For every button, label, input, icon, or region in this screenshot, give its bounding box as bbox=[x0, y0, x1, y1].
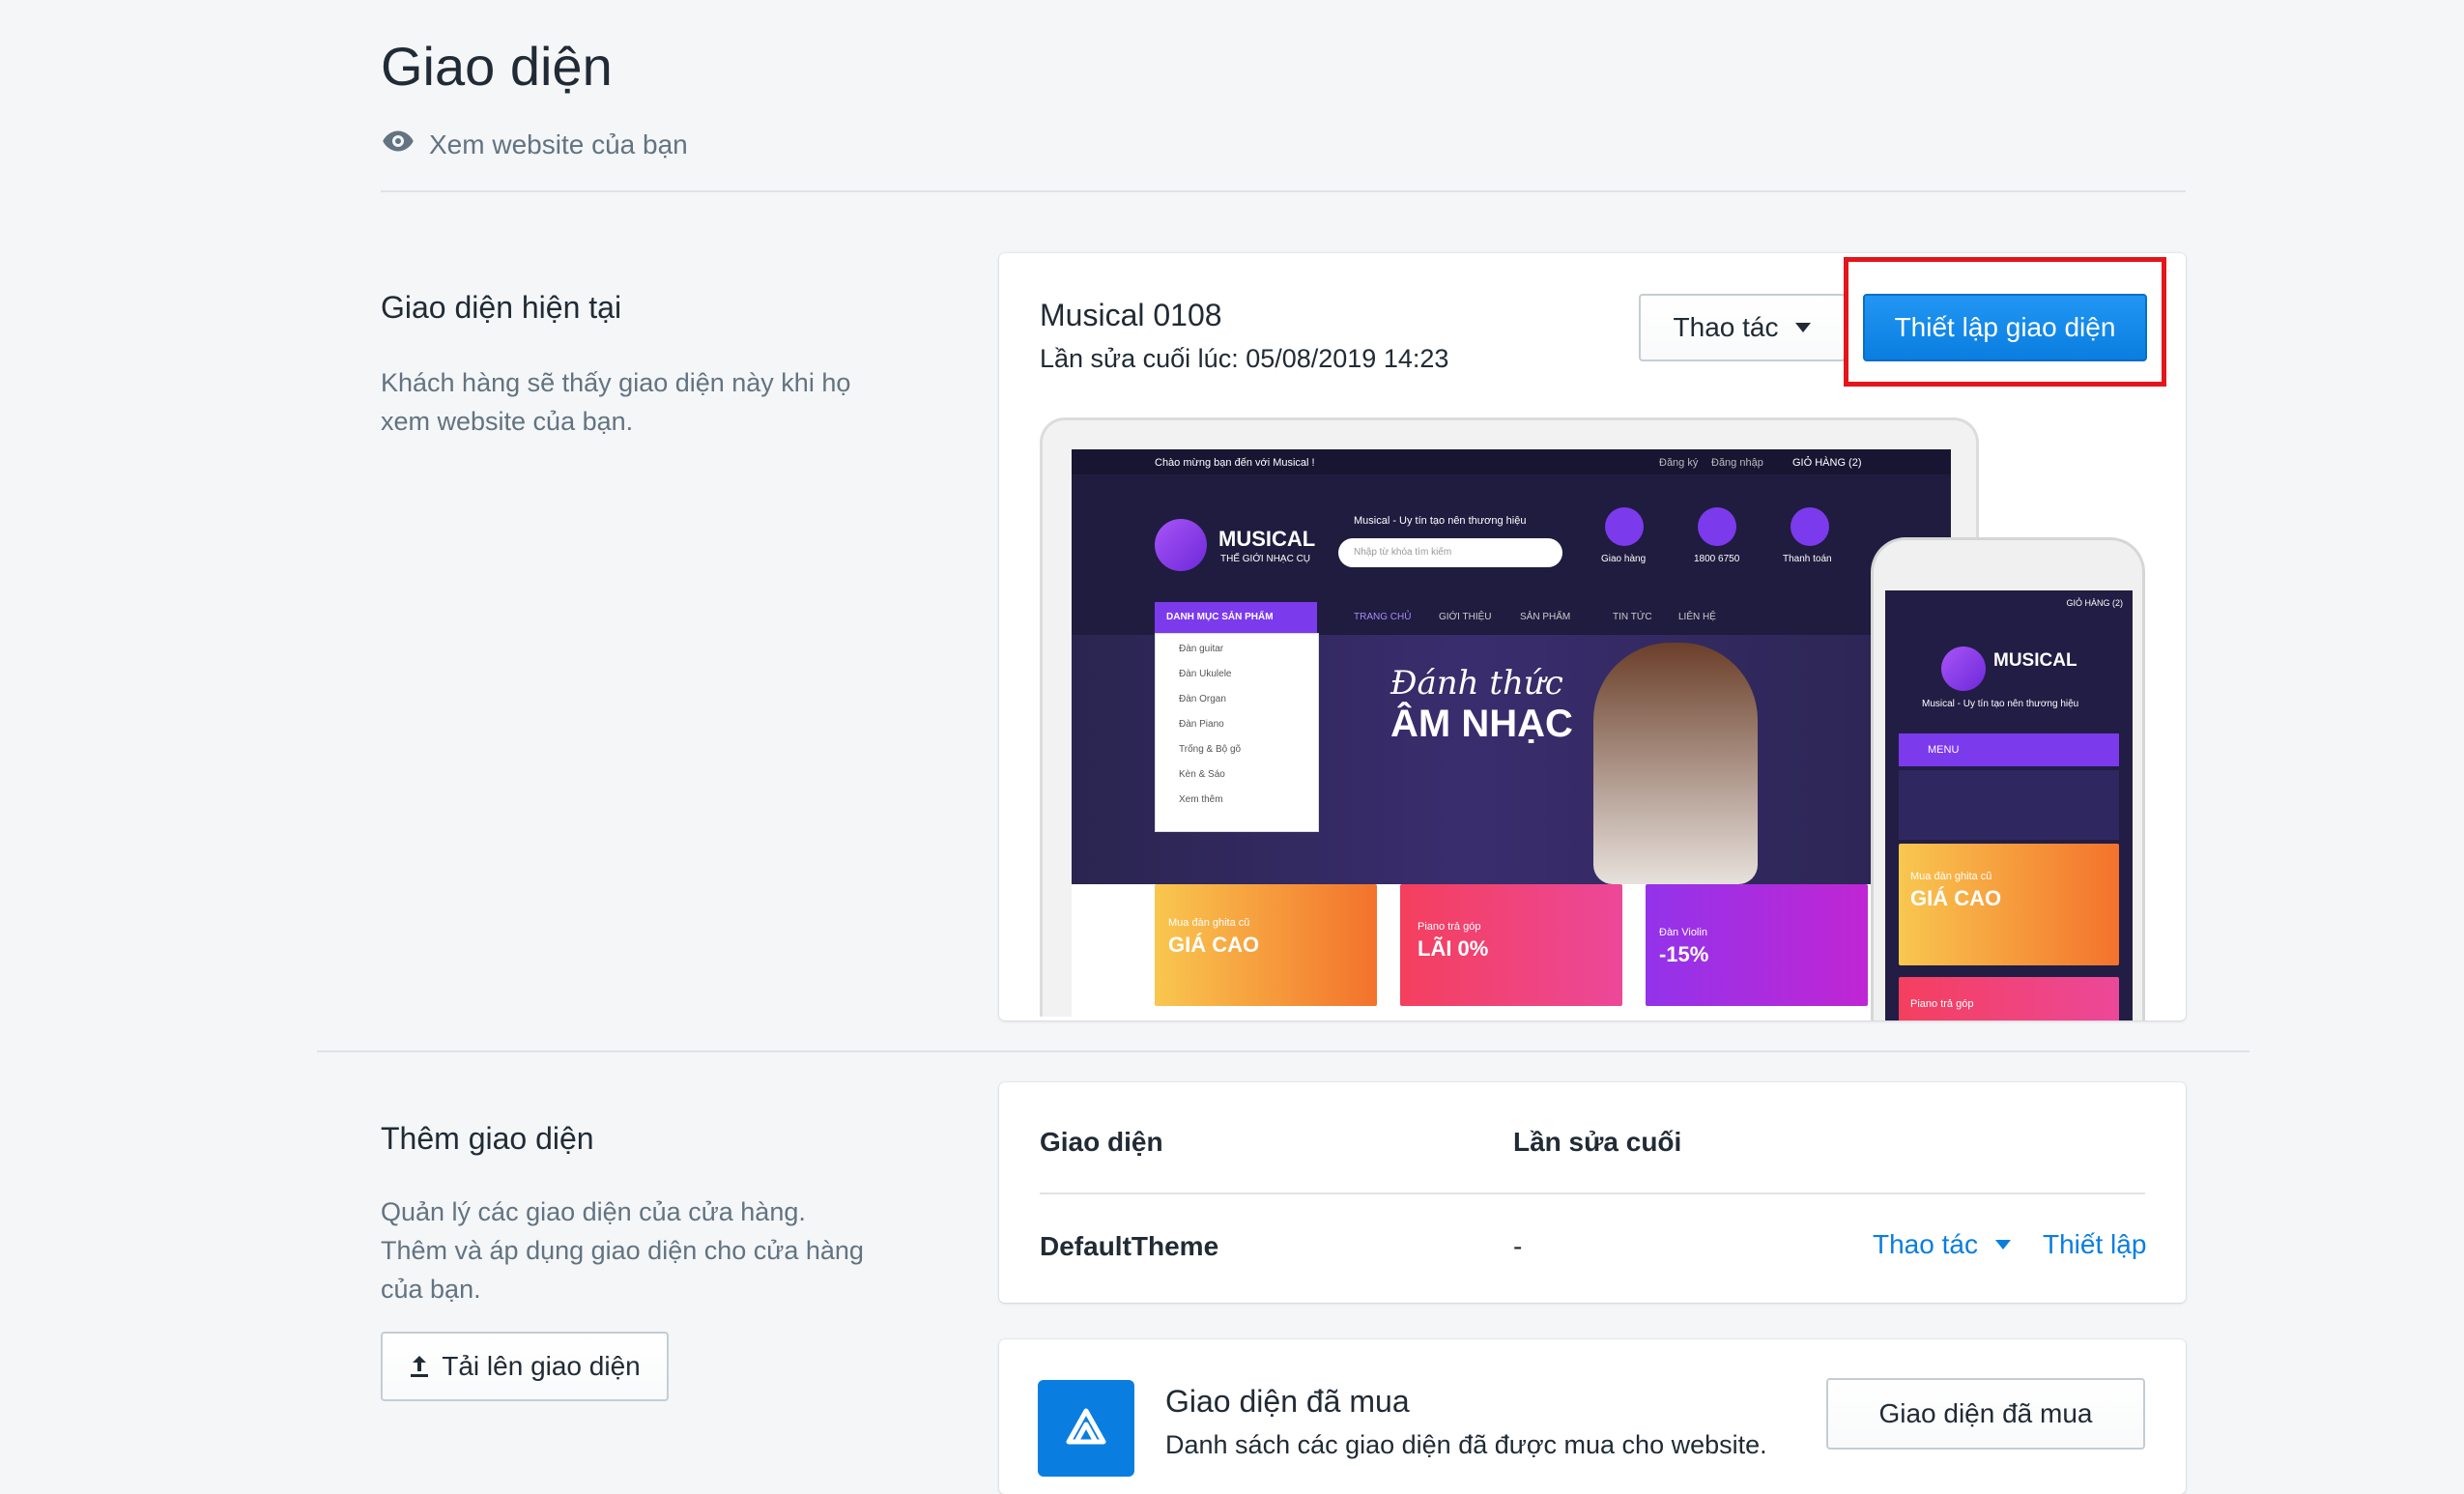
current-theme-description: Khách hàng sẽ thấy giao diện này khi họ … bbox=[381, 363, 922, 441]
preview-promo-guitar: Mua đàn ghita cũ GIÁ CAO bbox=[1155, 884, 1377, 1006]
preview-cat: Xem thêm bbox=[1179, 794, 1223, 805]
desc-line: Quản lý các giao diện của cửa hàng. bbox=[381, 1197, 806, 1226]
rocket-icon bbox=[1605, 507, 1644, 546]
preview-promo-violin: Đàn Violin -15% bbox=[1646, 884, 1868, 1006]
upload-icon bbox=[409, 1354, 430, 1379]
preview-svc1: Giao hàng bbox=[1601, 554, 1647, 564]
theme-row-name: DefaultTheme bbox=[1040, 1231, 1219, 1261]
purchased-themes-card: Giao diện đã mua Danh sách các giao diện… bbox=[999, 1339, 2186, 1494]
preview-svc3: Thanh toán bbox=[1783, 554, 1832, 564]
promo-big: GIÁ CAO bbox=[1168, 933, 1260, 957]
theme-store-icon bbox=[1038, 1380, 1134, 1477]
caret-down-icon bbox=[1795, 323, 1812, 332]
purchased-themes-button[interactable]: Giao diện đã mua bbox=[1826, 1378, 2145, 1450]
preview-nav-home: TRANG CHỦ bbox=[1354, 612, 1412, 622]
promo-big: -15% bbox=[1659, 942, 1709, 966]
payment-icon bbox=[1791, 507, 1829, 546]
upload-label: Tải lên giao diện bbox=[442, 1351, 641, 1381]
preview-hero-script: Đánh thức bbox=[1390, 664, 1563, 703]
add-theme-description: Quản lý các giao diện của cửa hàng. Thêm… bbox=[381, 1192, 922, 1308]
theme-last-edit: Lần sửa cuối lúc: 05/08/2019 14:23 bbox=[1040, 344, 1449, 373]
preview-logo-icon bbox=[1155, 519, 1207, 571]
preview-brand-sub: THẾ GIỚI NHẠC CỤ bbox=[1220, 554, 1311, 564]
promo-small: Piano trả góp bbox=[1418, 921, 1481, 933]
mobile-preview-screen: GIỎ HÀNG (2) MUSICAL Musical - Uy tín tạ… bbox=[1885, 590, 2133, 1020]
preview-search: Nhập từ khóa tìm kiếm bbox=[1338, 538, 1562, 567]
table-divider bbox=[1040, 1192, 2145, 1194]
preview-category-label: DANH MỤC SẢN PHẨM bbox=[1166, 612, 1274, 622]
preview-tagline: Musical - Uy tín tạo nên thương hiệu bbox=[1354, 515, 1527, 527]
promo-small: Piano trả góp bbox=[1910, 998, 1974, 1010]
preview-brand: MUSICAL bbox=[1218, 527, 1316, 551]
theme-row-actions-link[interactable]: Thao tác bbox=[1873, 1229, 2011, 1260]
desc-line: xem website của bạn. bbox=[381, 407, 634, 436]
mobile-menu-label: MENU bbox=[1928, 744, 1960, 756]
desc-line: của bạn. bbox=[381, 1275, 481, 1304]
preview-cart: GIỎ HÀNG (2) bbox=[1792, 457, 1862, 469]
section-divider bbox=[317, 1050, 2249, 1052]
mobile-logo-icon bbox=[1941, 646, 1986, 691]
preview-nav-contact: LIÊN HỆ bbox=[1678, 612, 1716, 622]
col-last-edit-header: Lần sửa cuối bbox=[1513, 1127, 1682, 1157]
promo-big: LÃI 0% bbox=[1418, 936, 1489, 961]
current-theme-heading: Giao diện hiện tại bbox=[381, 290, 622, 325]
preview-cat: Đàn Ukulele bbox=[1179, 669, 1232, 679]
promo-small: Mua đàn ghita cũ bbox=[1910, 871, 1992, 882]
header-divider bbox=[381, 190, 2186, 192]
preview-cat: Đàn Organ bbox=[1179, 694, 1226, 704]
actions-label: Thao tác bbox=[1673, 312, 1779, 342]
phone-icon bbox=[1698, 507, 1736, 546]
preview-hero-person bbox=[1593, 643, 1758, 884]
row-actions-label: Thao tác bbox=[1873, 1229, 1978, 1259]
preview-cat: Đàn guitar bbox=[1179, 644, 1224, 654]
theme-actions-button[interactable]: Thao tác bbox=[1639, 294, 1846, 361]
caret-down-icon bbox=[1994, 1240, 2011, 1250]
theme-name: Musical 0108 bbox=[1040, 298, 1222, 332]
view-website-link[interactable]: Xem website của bạn bbox=[381, 124, 688, 165]
add-theme-heading: Thêm giao diện bbox=[381, 1121, 594, 1156]
view-website-label: Xem website của bạn bbox=[429, 129, 688, 159]
mobile-tagline: Musical - Uy tín tạo nên thương hiệu bbox=[1922, 699, 2079, 709]
preview-nav-products: SẢN PHẨM bbox=[1520, 612, 1571, 622]
preview-register: Đăng nhập bbox=[1711, 457, 1763, 469]
theme-row-setup-link[interactable]: Thiết lập bbox=[2043, 1229, 2146, 1260]
preview-cat: Kèn & Sáo bbox=[1179, 769, 1225, 780]
mobile-cart: GIỎ HÀNG (2) bbox=[2066, 598, 2123, 608]
desc-line: Thêm và áp dụng giao diện cho cửa hàng bbox=[381, 1236, 864, 1265]
eye-icon bbox=[381, 124, 415, 165]
mobile-hero bbox=[1899, 770, 2119, 840]
preview-cat: Trống & Bộ gõ bbox=[1179, 744, 1242, 755]
promo-small: Đàn Violin bbox=[1659, 927, 1707, 938]
preview-cat: Đàn Piano bbox=[1179, 719, 1224, 730]
themes-table-card: Giao diện Lần sửa cuối DefaultTheme - Th… bbox=[999, 1082, 2186, 1303]
preview-nav-about: GIỚI THIỆU bbox=[1439, 612, 1492, 622]
desc-line: Khách hàng sẽ thấy giao diện này khi họ bbox=[381, 368, 851, 397]
preview-svc2: 1800 6750 bbox=[1694, 554, 1740, 564]
mobile-brand: MUSICAL bbox=[1993, 650, 2077, 671]
preview-category-bar: DANH MỤC SẢN PHẨM bbox=[1155, 602, 1317, 633]
mobile-menu-bar: MENU bbox=[1899, 733, 2119, 766]
page-title: Giao diện bbox=[381, 36, 613, 97]
highlight-box bbox=[1844, 257, 2166, 387]
purchased-title: Giao diện đã mua bbox=[1165, 1384, 1410, 1419]
preview-login: Đăng ký bbox=[1659, 457, 1699, 469]
theme-row-last-edit: - bbox=[1513, 1231, 1523, 1261]
upload-theme-button[interactable]: Tải lên giao diện bbox=[381, 1332, 669, 1401]
preview-nav-news: TIN TỨC bbox=[1613, 612, 1652, 622]
preview-welcome: Chào mừng bạn đến với Musical ! bbox=[1155, 457, 1315, 469]
purchased-button-label: Giao diện đã mua bbox=[1878, 1398, 2093, 1428]
mobile-promo-guitar: Mua đàn ghita cũ GIÁ CAO bbox=[1899, 844, 2119, 965]
mobile-preview: GIỎ HÀNG (2) MUSICAL Musical - Uy tín tạ… bbox=[1871, 537, 2145, 1020]
preview-search-placeholder: Nhập từ khóa tìm kiếm bbox=[1354, 547, 1452, 558]
col-theme-header: Giao diện bbox=[1040, 1127, 1163, 1157]
purchased-description: Danh sách các giao diện đã được mua cho … bbox=[1165, 1430, 1767, 1459]
preview-hero-main: ÂM NHẠC bbox=[1390, 703, 1573, 745]
promo-small: Mua đàn ghita cũ bbox=[1168, 917, 1250, 929]
mobile-promo-piano: Piano trả góp bbox=[1899, 977, 2119, 1020]
preview-promo-piano: Piano trả góp LÃI 0% bbox=[1400, 884, 1622, 1006]
desktop-preview-screen: Chào mừng bạn đến với Musical ! Đăng ký … bbox=[1072, 449, 1951, 1017]
desktop-preview: Chào mừng bạn đến với Musical ! Đăng ký … bbox=[1040, 417, 1979, 1017]
preview-category-list: Đàn guitar Đàn Ukulele Đàn Organ Đàn Pia… bbox=[1155, 633, 1319, 832]
promo-big: GIÁ CAO bbox=[1910, 886, 2002, 910]
